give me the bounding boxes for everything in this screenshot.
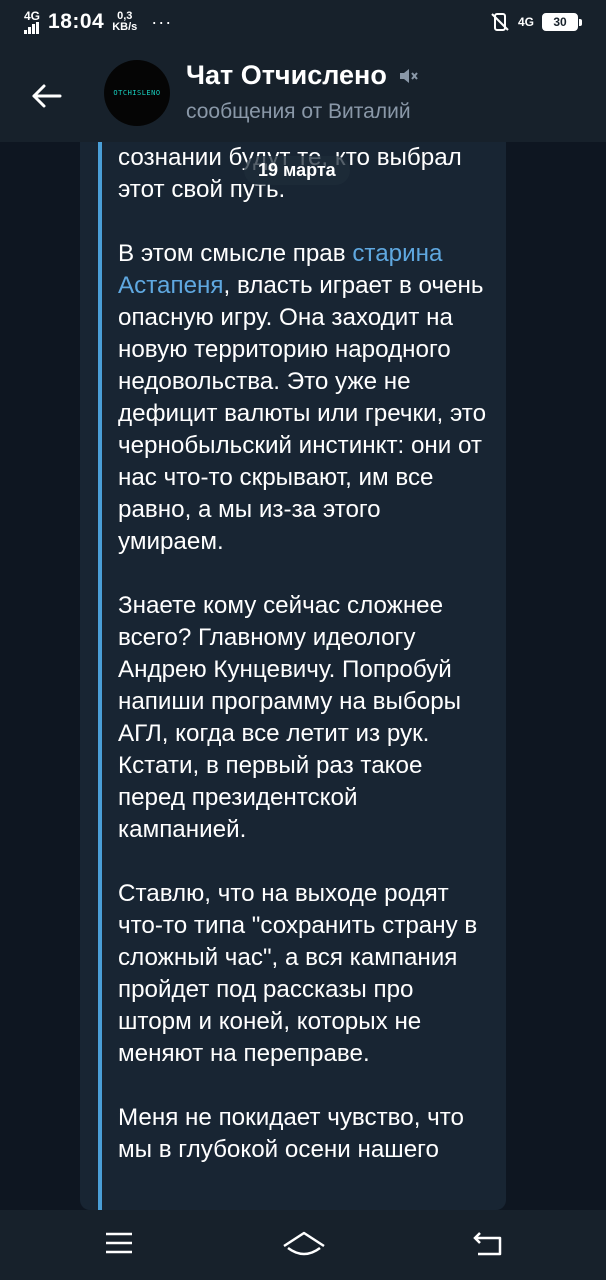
signal-icon: 4G <box>24 10 40 34</box>
avatar-logo-text: OTCHISLENO <box>113 89 161 97</box>
more-notifications-icon: ··· <box>151 11 173 32</box>
chat-title[interactable]: Чат Отчислено <box>186 60 419 91</box>
battery-level: 30 <box>553 15 567 29</box>
message-text-segment: Меня не покидает чувство, что мы в глубо… <box>118 1104 465 1163</box>
back-button[interactable] <box>28 76 68 116</box>
menu-icon <box>106 1232 132 1254</box>
menu-button[interactable] <box>104 1230 144 1260</box>
message-text-segment: Ставлю, что на выходе родят что-то типа … <box>118 880 478 1067</box>
message-paragraph: Меня не покидает чувство, что мы в глубо… <box>118 1102 488 1166</box>
speed-unit: KB/s <box>112 21 138 33</box>
home-icon <box>283 1231 325 1256</box>
message-paragraph: Ставлю, что на выходе родят что-то типа … <box>118 878 488 1070</box>
status-left: 4G 18:04 0,3 KB/s ··· <box>24 10 172 34</box>
chat-header: OTCHISLENO Чат Отчислено сообщения от Ви… <box>0 48 606 142</box>
message-text-segment: В этом смысле прав <box>118 240 353 267</box>
vibrate-icon <box>491 13 509 31</box>
message-text: сознании будут те, кто выбрал этот свой … <box>118 142 488 1198</box>
back-icon <box>473 1232 502 1256</box>
network-speed: 0,3 KB/s <box>112 11 137 33</box>
muted-speaker-icon <box>399 68 418 83</box>
chat-subtitle: сообщения от Виталий <box>186 100 411 123</box>
network-type-left: 4G <box>24 9 41 23</box>
chat-avatar[interactable]: OTCHISLENO <box>104 60 170 126</box>
forward-quote-bar <box>98 142 102 1210</box>
clock: 18:04 <box>48 10 105 33</box>
message-paragraph: В этом смысле прав старина Астапеня, вла… <box>118 238 488 558</box>
message-text-segment: , власть играет в очень опасную игру. Он… <box>118 272 487 555</box>
system-nav-bar <box>0 1210 606 1280</box>
network-type-right: 4G <box>517 15 534 29</box>
battery-icon: 30 <box>542 13 582 31</box>
status-bar: 4G 18:04 0,3 KB/s ··· 4G 30 <box>0 0 606 48</box>
arrow-left-icon <box>32 84 62 108</box>
home-button[interactable] <box>282 1230 325 1260</box>
back-nav-button[interactable] <box>472 1230 512 1260</box>
status-right: 4G 30 <box>490 12 582 32</box>
message-text-segment: Знаете кому сейчас сложнее всего? Главно… <box>118 592 462 843</box>
message-paragraph: Знаете кому сейчас сложнее всего? Главно… <box>118 590 488 846</box>
chat-title-text: Чат Отчислено <box>186 60 387 90</box>
date-badge: 19 марта <box>244 156 350 185</box>
message-list[interactable]: сознании будут те, кто выбрал этот свой … <box>0 142 606 1210</box>
